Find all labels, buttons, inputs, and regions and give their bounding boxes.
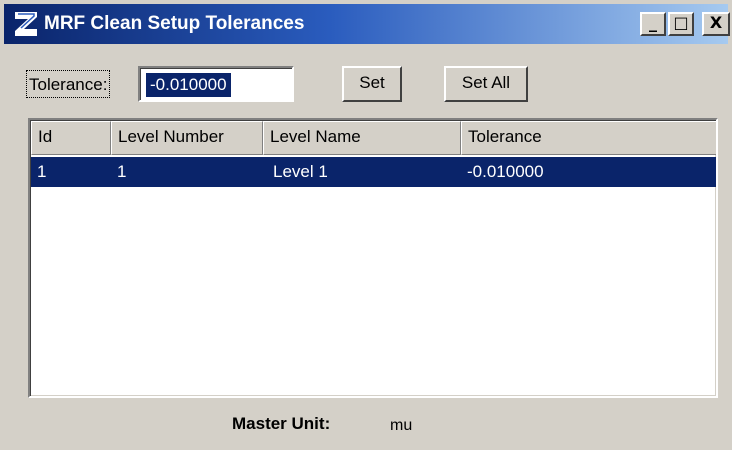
column-header-id[interactable]: Id <box>31 121 111 155</box>
tolerance-label: Tolerance: <box>26 70 111 98</box>
tolerance-input-value: -0.010000 <box>146 73 231 97</box>
list-row[interactable]: 1 1 Level 1 -0.010000 <box>31 157 716 187</box>
master-unit-value: mu <box>390 417 413 434</box>
tolerance-input[interactable]: -0.010000 <box>138 66 294 102</box>
set-button[interactable]: Set <box>342 66 402 102</box>
row-tolerance: -0.010000 <box>467 162 544 181</box>
row-level-name: Level 1 <box>273 162 328 181</box>
close-icon: X <box>709 13 723 32</box>
row-id: 1 <box>37 162 47 181</box>
set-all-button-label: Set All <box>461 73 511 92</box>
master-unit-label: Master Unit: <box>232 414 331 433</box>
title-bar[interactable]: MRF Clean Setup Tolerances _ □ X <box>4 4 730 44</box>
column-header-tolerance[interactable]: Tolerance <box>461 121 716 155</box>
close-button[interactable]: X <box>702 12 730 36</box>
minimize-icon: _ <box>649 13 657 32</box>
app-logo-icon <box>15 12 37 36</box>
column-header-level-number[interactable]: Level Number <box>111 121 263 155</box>
levels-list[interactable]: Id Level Number Level Name Tolerance 1 1… <box>28 118 718 398</box>
window-title: MRF Clean Setup Tolerances <box>44 13 305 34</box>
column-header-level-name[interactable]: Level Name <box>263 121 461 155</box>
set-button-label: Set <box>359 73 385 92</box>
row-level-number: 1 <box>117 162 127 181</box>
set-all-button[interactable]: Set All <box>444 66 528 102</box>
minimize-button[interactable]: _ <box>640 12 666 36</box>
list-header: Id Level Number Level Name Tolerance <box>31 121 716 155</box>
maximize-button[interactable]: □ <box>668 12 694 36</box>
dialog-window: MRF Clean Setup Tolerances _ □ X Toleran… <box>0 0 732 450</box>
maximize-icon: □ <box>673 13 689 32</box>
